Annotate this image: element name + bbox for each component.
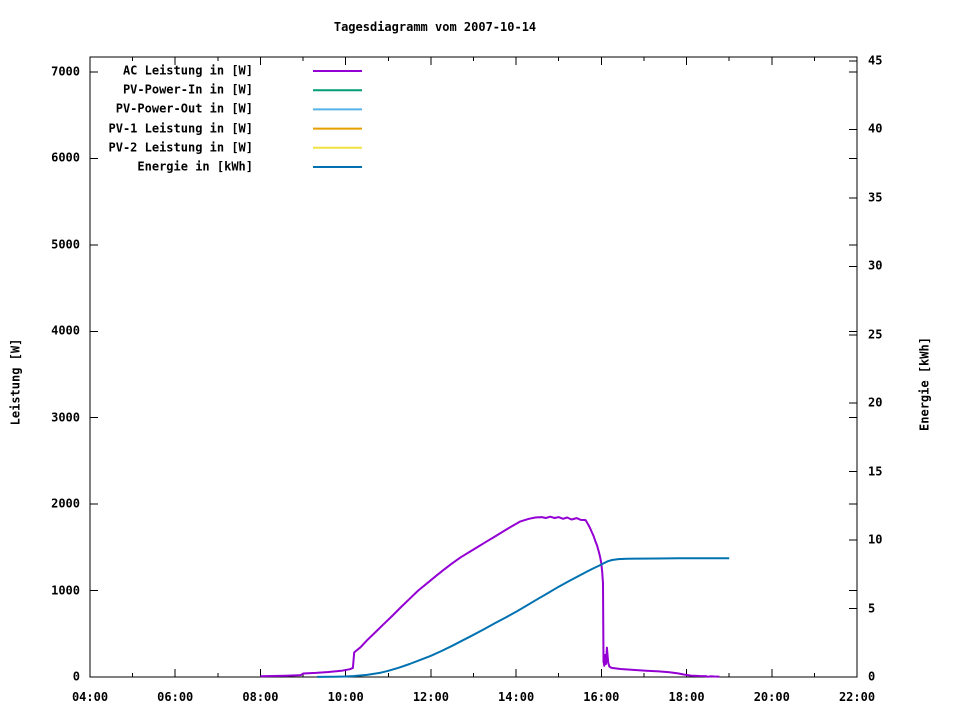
y-left-tick-label: 5000 [51, 237, 80, 252]
legend-label: PV-Power-In in [W] [122, 82, 253, 97]
y-left-tick-label: 3000 [51, 410, 80, 425]
y-right-tick-label: 10 [868, 532, 883, 547]
legend-label: Energie in [kWh] [137, 159, 253, 174]
legend-label: PV-2 Leistung in [W] [108, 140, 254, 155]
legend-label: PV-Power-Out in [W] [115, 101, 253, 116]
x-tick-label: 12:00 [412, 690, 449, 704]
y-left-tick-label: 4000 [51, 323, 80, 338]
y-left-tick-label: 0 [72, 669, 80, 684]
y-right-tick-label: 45 [868, 53, 883, 68]
x-tick-label: 08:00 [242, 690, 279, 704]
legend-label: AC Leistung in [W] [122, 63, 253, 78]
legend-label: PV-1 Leistung in [W] [108, 121, 254, 136]
x-tick-label: 04:00 [71, 690, 109, 704]
y-right-tick-label: 30 [868, 258, 883, 273]
x-tick-label: 10:00 [327, 690, 364, 704]
y-left-tick-label: 6000 [51, 150, 80, 165]
x-tick-label: 18:00 [668, 690, 705, 704]
y-left-tick-label: 2000 [51, 496, 80, 511]
x-tick-label: 14:00 [498, 690, 535, 704]
tagesdiagramm-chart: Tagesdiagramm vom 2007-10-14 Leistung [W… [0, 0, 960, 720]
x-tick-label: 06:00 [157, 690, 194, 704]
x-tick-label: 16:00 [583, 690, 620, 704]
y-right-tick-label: 5 [868, 601, 876, 616]
series-line-energie-in-kwh [317, 557, 730, 678]
x-tick-label: 22:00 [838, 690, 876, 704]
y-right-tick-label: 35 [868, 190, 883, 205]
y-right-tick-label: 0 [868, 669, 876, 684]
y-left-tick-label: 7000 [51, 64, 80, 79]
y-right-tick-label: 20 [868, 395, 883, 410]
x-tick-label: 20:00 [753, 690, 790, 704]
series-line-ac-leistung-in-w [260, 515, 720, 678]
y-right-tick-label: 15 [868, 464, 883, 479]
y-right-tick-label: 25 [868, 327, 883, 342]
y-right-tick-label: 40 [868, 121, 883, 136]
y-left-tick-label: 1000 [51, 583, 80, 598]
